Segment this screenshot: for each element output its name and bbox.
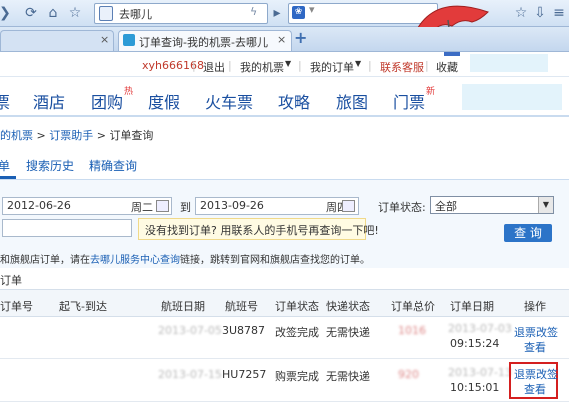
delivery-status: 无需快递 xyxy=(326,326,370,339)
col-order-number: 订单号 xyxy=(0,300,33,313)
chevron-down-icon[interactable]: ▼ xyxy=(538,197,553,213)
hot-badge: 热 xyxy=(124,87,134,97)
order-status-select[interactable]: 全部 ▼ xyxy=(430,196,554,214)
view-link[interactable]: 查看 xyxy=(524,339,546,355)
breadcrumb-my-tickets[interactable]: 的机票 xyxy=(0,129,33,142)
nav-item-travel-photos[interactable]: 旅图 xyxy=(336,89,368,113)
tab-orders[interactable]: 单 xyxy=(0,157,10,174)
shield-icon xyxy=(99,6,113,21)
flight-number: 3U8787 xyxy=(222,324,266,337)
service-center-link[interactable]: 去哪儿服务中心查询 xyxy=(90,255,180,266)
nav-item-train[interactable]: 火车票 xyxy=(205,89,253,113)
address-bar[interactable]: 去哪儿 ϟ xyxy=(94,3,268,24)
chevron-down-icon: ▼ xyxy=(355,59,362,68)
nav-item-tickets[interactable]: 门票 xyxy=(393,89,425,113)
col-route: 起飞-到达 xyxy=(59,300,107,313)
my-tickets-link[interactable]: 我的机票 xyxy=(240,59,284,75)
refresh-icon[interactable]: ⟳ xyxy=(22,4,40,22)
flight-number: HU7257 xyxy=(222,368,267,381)
nav-item-flights[interactable]: 票 xyxy=(0,89,10,113)
paw-icon: ❀ xyxy=(292,6,305,19)
order-status-label: 订单状态: xyxy=(378,201,426,214)
close-tab-icon[interactable]: × xyxy=(277,33,286,46)
order-status: 购票完成 xyxy=(275,370,319,383)
order-date: 2013-07-03 xyxy=(448,322,512,335)
to-label: 到 xyxy=(180,201,191,214)
search-button[interactable]: 查 询 xyxy=(504,224,552,242)
download-icon[interactable]: ⇩ xyxy=(531,4,549,22)
tab-bar: × 订单查询-我的机票-去哪儿 × + xyxy=(0,27,569,52)
order-time: 09:15:24 xyxy=(450,337,500,350)
calendar-icon[interactable] xyxy=(342,200,355,212)
tab-active[interactable]: 订单查询-我的机票-去哪儿 × xyxy=(118,30,292,51)
logout-link[interactable]: 退出 xyxy=(203,59,225,75)
section-title: 订单 xyxy=(0,274,22,287)
date-from-input[interactable]: 2012-06-26 周二 xyxy=(2,197,172,215)
browser-toolbar: ❯ ⟳ ⌂ ☆ 去哪儿 ϟ ▸ ❀ ▾ ☆ ⇩ ≡ xyxy=(0,0,569,56)
date-to-input[interactable]: 2013-09-26 周四 xyxy=(195,197,359,215)
col-flight-date: 航班日期 xyxy=(161,300,205,313)
blurred-banner xyxy=(470,54,548,72)
order-status: 改签完成 xyxy=(275,326,319,339)
breadcrumb: 的机票 > 订票助手 > 订单查询 xyxy=(0,129,154,142)
col-total-price: 订单总价 xyxy=(391,300,435,313)
search-dropdown-icon[interactable]: ▾ xyxy=(309,3,315,16)
nav-item-vacation[interactable]: 度假 xyxy=(148,89,180,113)
col-delivery-status: 快递状态 xyxy=(326,300,370,313)
nav-divider xyxy=(0,76,569,77)
chevron-down-icon: ▼ xyxy=(285,59,292,68)
favorite-star-icon[interactable]: ☆ xyxy=(66,4,84,22)
col-order-date: 订单日期 xyxy=(450,300,494,313)
new-badge: 新 xyxy=(426,87,436,97)
dropdown-arrow-icon[interactable]: ▸ xyxy=(268,4,286,22)
total-price: 920 xyxy=(398,368,419,381)
star-bookmark-icon[interactable]: ☆ xyxy=(512,4,530,22)
home-icon[interactable]: ⌂ xyxy=(44,4,62,22)
order-time: 10:15:01 xyxy=(450,381,500,394)
nav-item-hotels[interactable]: 酒店 xyxy=(33,89,65,113)
flight-date: 2013-07-15 xyxy=(158,368,222,381)
favorites-link[interactable]: 收藏 xyxy=(436,59,458,75)
col-flight-number: 航班号 xyxy=(225,300,258,313)
nav-item-guides[interactable]: 攻略 xyxy=(278,89,310,113)
site-name: 去哪儿 xyxy=(119,8,152,21)
delivery-status: 无需快递 xyxy=(326,370,370,383)
flight-date: 2013-07-05 xyxy=(158,324,222,337)
view-link[interactable]: 查看 xyxy=(524,381,546,397)
nav-bottom-line xyxy=(0,115,569,117)
tab-title: 订单查询-我的机票-去哪儿 xyxy=(139,36,268,49)
lightning-icon: ϟ xyxy=(250,5,258,18)
forward-icon[interactable]: ❯ xyxy=(0,4,14,22)
refund-change-link[interactable]: 退票改签 xyxy=(514,366,558,382)
site-favicon-icon xyxy=(123,34,135,46)
contact-service-link[interactable]: 联系客服 xyxy=(380,59,424,75)
order-number-input[interactable] xyxy=(2,219,132,237)
tab-inactive[interactable]: × xyxy=(0,30,114,51)
tab-search-history[interactable]: 搜索历史 xyxy=(26,157,74,174)
my-orders-link[interactable]: 我的订单 xyxy=(310,59,354,75)
menu-icon[interactable]: ≡ xyxy=(550,4,568,22)
blurred-banner xyxy=(462,84,562,110)
total-price: 1016 xyxy=(398,324,426,337)
breadcrumb-booking-assistant[interactable]: 订票助手 xyxy=(49,129,93,142)
breadcrumb-current: 订单查询 xyxy=(109,129,154,142)
col-order-status: 订单状态 xyxy=(275,300,319,313)
order-date: 2013-07-13 xyxy=(448,366,512,379)
col-actions: 操作 xyxy=(524,300,546,313)
calendar-icon[interactable] xyxy=(156,200,169,212)
tab-precise-search[interactable]: 精确查询 xyxy=(89,157,137,174)
new-tab-button[interactable]: + xyxy=(294,28,307,47)
close-tab-icon[interactable]: × xyxy=(100,33,109,46)
nav-item-groupbuy[interactable]: 团购 xyxy=(91,89,123,113)
hint-tooltip: 没有找到订单? 用联系人的手机号再查询一下吧! xyxy=(138,218,379,240)
notice-text: 和旗舰店订单，请在去哪儿服务中心查询链接，跳转到官网和旗舰店查找您的订单。 xyxy=(0,255,370,266)
refund-change-link[interactable]: 退票改签 xyxy=(514,324,558,340)
